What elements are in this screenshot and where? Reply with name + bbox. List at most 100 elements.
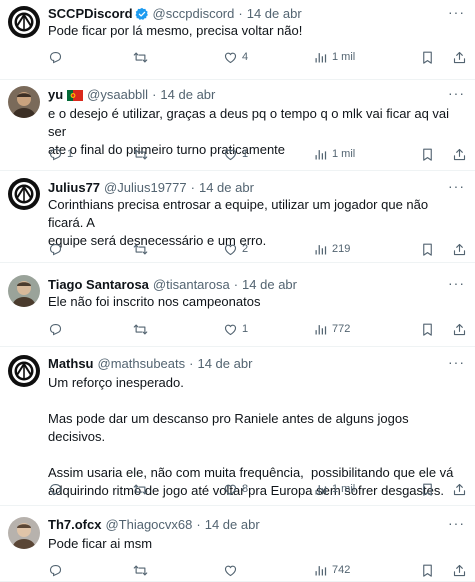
bookmark-icon <box>420 563 435 578</box>
tweet[interactable]: yu @ysaabbll · 14 de abr ··· e o desejo é uti… <box>0 80 475 171</box>
share-button[interactable] <box>452 561 467 579</box>
share-button[interactable] <box>452 480 467 498</box>
views-button[interactable]: 1 mil <box>313 145 355 163</box>
views-count: 772 <box>332 323 351 335</box>
separator-dot: · <box>233 277 239 292</box>
like-button[interactable]: 1 <box>223 145 248 163</box>
retweet-button[interactable] <box>133 240 152 258</box>
reply-button[interactable] <box>48 320 67 338</box>
tweet-date[interactable]: 14 de abr <box>197 356 252 372</box>
tweet[interactable]: Julius77 @Julius19777 · 14 de abr ··· Corinth… <box>0 171 475 263</box>
retweet-button[interactable] <box>133 320 152 338</box>
views-button[interactable]: 1 mil <box>313 48 355 66</box>
corinthians-logo-icon[interactable] <box>8 6 40 38</box>
corinthians-logo-icon[interactable] <box>8 355 40 387</box>
author-handle[interactable]: @ysaabbll <box>87 87 148 103</box>
like-button[interactable]: 4 <box>223 48 248 66</box>
author-handle[interactable]: @sccpdiscord <box>153 6 235 22</box>
bookmark-icon <box>420 50 435 65</box>
views-count: 1 mil <box>332 483 356 495</box>
views-chart-icon <box>313 482 328 497</box>
tweet[interactable]: Mathsu @mathsubeats · 14 de abr ··· Um reforç… <box>0 347 475 506</box>
tweet-paragraph: Ele não foi inscrito nos campeonatos <box>48 294 261 309</box>
retweet-button[interactable] <box>133 145 152 163</box>
author-name[interactable]: yu <box>48 87 63 103</box>
share-icon <box>452 50 467 65</box>
author-name[interactable]: SCCPDiscord <box>48 6 133 22</box>
tweet-date[interactable]: 14 de abr <box>242 277 297 293</box>
like-button[interactable] <box>223 561 242 579</box>
tweet-date[interactable]: 14 de abr <box>247 6 302 22</box>
author-name[interactable]: Mathsu <box>48 356 94 372</box>
bookmark-button[interactable] <box>420 48 435 66</box>
user-photo-avatar[interactable] <box>8 517 40 549</box>
views-button[interactable]: 742 <box>313 561 350 579</box>
tweet-actions: 4 1 mil <box>48 48 468 66</box>
like-button[interactable]: 8 <box>223 480 248 498</box>
heart-icon <box>223 482 238 497</box>
tweet-date[interactable]: 14 de abr <box>205 517 260 533</box>
share-icon <box>452 322 467 337</box>
tweet-paragraph: Um reforço inesperado. <box>48 375 184 390</box>
bookmark-button[interactable] <box>420 561 435 579</box>
reply-button[interactable]: 1 <box>48 145 73 163</box>
views-button[interactable]: 772 <box>313 320 350 338</box>
retweet-icon <box>133 482 148 497</box>
separator-dot: · <box>196 517 201 532</box>
likes-count: 8 <box>242 483 249 495</box>
reply-button[interactable] <box>48 561 67 579</box>
author-name[interactable]: Julius77 <box>48 180 100 196</box>
bookmark-button[interactable] <box>420 145 435 163</box>
tweet-text: Ele não foi inscrito nos campeonatos <box>48 293 463 311</box>
more-options-icon[interactable]: ··· <box>448 275 465 291</box>
reply-button[interactable] <box>48 48 67 66</box>
reply-button[interactable] <box>48 480 67 498</box>
tweet[interactable]: Th7.ofcx @Thiagocvx68 · 14 de abr ··· Pode fi… <box>0 506 475 582</box>
heart-icon <box>223 242 238 257</box>
share-button[interactable] <box>452 320 467 338</box>
bookmark-button[interactable] <box>420 240 435 258</box>
more-options-icon[interactable]: ··· <box>448 515 465 531</box>
views-button[interactable]: 219 <box>313 240 350 258</box>
retweet-button[interactable] <box>133 561 152 579</box>
more-options-icon[interactable]: ··· <box>448 354 465 370</box>
reply-icon <box>48 242 63 257</box>
bookmark-button[interactable] <box>420 320 435 338</box>
corinthians-logo-icon[interactable] <box>8 178 40 210</box>
share-icon <box>452 482 467 497</box>
tweet-date[interactable]: 14 de abr <box>199 180 254 196</box>
like-button[interactable]: 1 <box>223 320 248 338</box>
reply-button[interactable] <box>48 240 67 258</box>
share-button[interactable] <box>452 145 467 163</box>
tweet-actions: 2 219 <box>48 240 468 258</box>
author-handle[interactable]: @Thiagocvx68 <box>105 517 192 533</box>
author-handle[interactable]: @mathsubeats <box>98 356 186 372</box>
user-photo-avatar[interactable] <box>8 275 40 307</box>
tweet-date[interactable]: 14 de abr <box>160 87 215 103</box>
author-handle[interactable]: @Julius19777 <box>104 180 187 196</box>
like-button[interactable]: 2 <box>223 240 248 258</box>
retweet-icon <box>133 50 148 65</box>
tweet-text: Pode ficar por lá mesmo, precisa voltar … <box>48 22 463 40</box>
author-handle[interactable]: @tisantarosa <box>153 277 230 293</box>
retweet-button[interactable] <box>133 48 152 66</box>
tweet-header: Mathsu @mathsubeats · 14 de abr <box>48 356 252 372</box>
user-photo-avatar[interactable] <box>8 86 40 118</box>
share-icon <box>452 242 467 257</box>
more-options-icon[interactable]: ··· <box>448 178 465 194</box>
separator-dot: · <box>152 87 157 102</box>
tweet[interactable]: Tiago Santarosa @tisantarosa · 14 de abr ···… <box>0 263 475 347</box>
tweet[interactable]: SCCPDiscord @sccpdiscord · 14 de abr ··· Pode… <box>0 0 475 80</box>
bookmark-icon <box>420 322 435 337</box>
author-name[interactable]: Tiago Santarosa <box>48 277 149 293</box>
share-button[interactable] <box>452 240 467 258</box>
author-name[interactable]: Th7.ofcx <box>48 517 101 533</box>
views-button[interactable]: 1 mil <box>313 480 355 498</box>
bookmark-button[interactable] <box>420 480 435 498</box>
more-options-icon[interactable]: ··· <box>448 85 465 101</box>
reply-icon <box>48 50 63 65</box>
separator-dot: · <box>238 6 243 21</box>
share-button[interactable] <box>452 48 467 66</box>
more-options-icon[interactable]: ··· <box>448 4 465 20</box>
retweet-button[interactable] <box>133 480 152 498</box>
